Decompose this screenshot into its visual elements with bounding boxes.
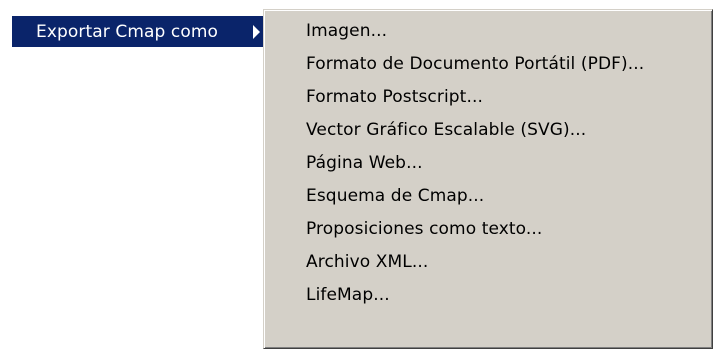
menu-item-pagina-web[interactable]: Página Web...	[264, 146, 712, 179]
menu-item-postscript[interactable]: Formato Postscript...	[264, 80, 712, 113]
menu-item-lifemap[interactable]: LifeMap...	[264, 279, 712, 312]
menu-item-pdf[interactable]: Formato de Documento Portátil (PDF)...	[264, 47, 712, 80]
menu-item-exportar-cmap-como[interactable]: Exportar Cmap como	[12, 16, 266, 47]
menu-item-proposiciones-texto[interactable]: Proposiciones como texto...	[264, 213, 712, 246]
submenu-list: Imagen... Formato de Documento Portátil …	[264, 14, 712, 312]
menu-stage: Exportar Cmap como Imagen... Formato de …	[0, 0, 720, 356]
menu-item-esquema-cmap[interactable]: Esquema de Cmap...	[264, 179, 712, 212]
menu-item-imagen[interactable]: Imagen...	[264, 14, 712, 47]
menu-item-svg[interactable]: Vector Gráfico Escalable (SVG)...	[264, 113, 712, 146]
menu-item-archivo-xml[interactable]: Archivo XML...	[264, 246, 712, 279]
menu-item-label: Exportar Cmap como	[36, 21, 219, 42]
submenu-arrow-icon	[253, 24, 260, 39]
export-submenu: Imagen... Formato de Documento Portátil …	[263, 9, 713, 349]
